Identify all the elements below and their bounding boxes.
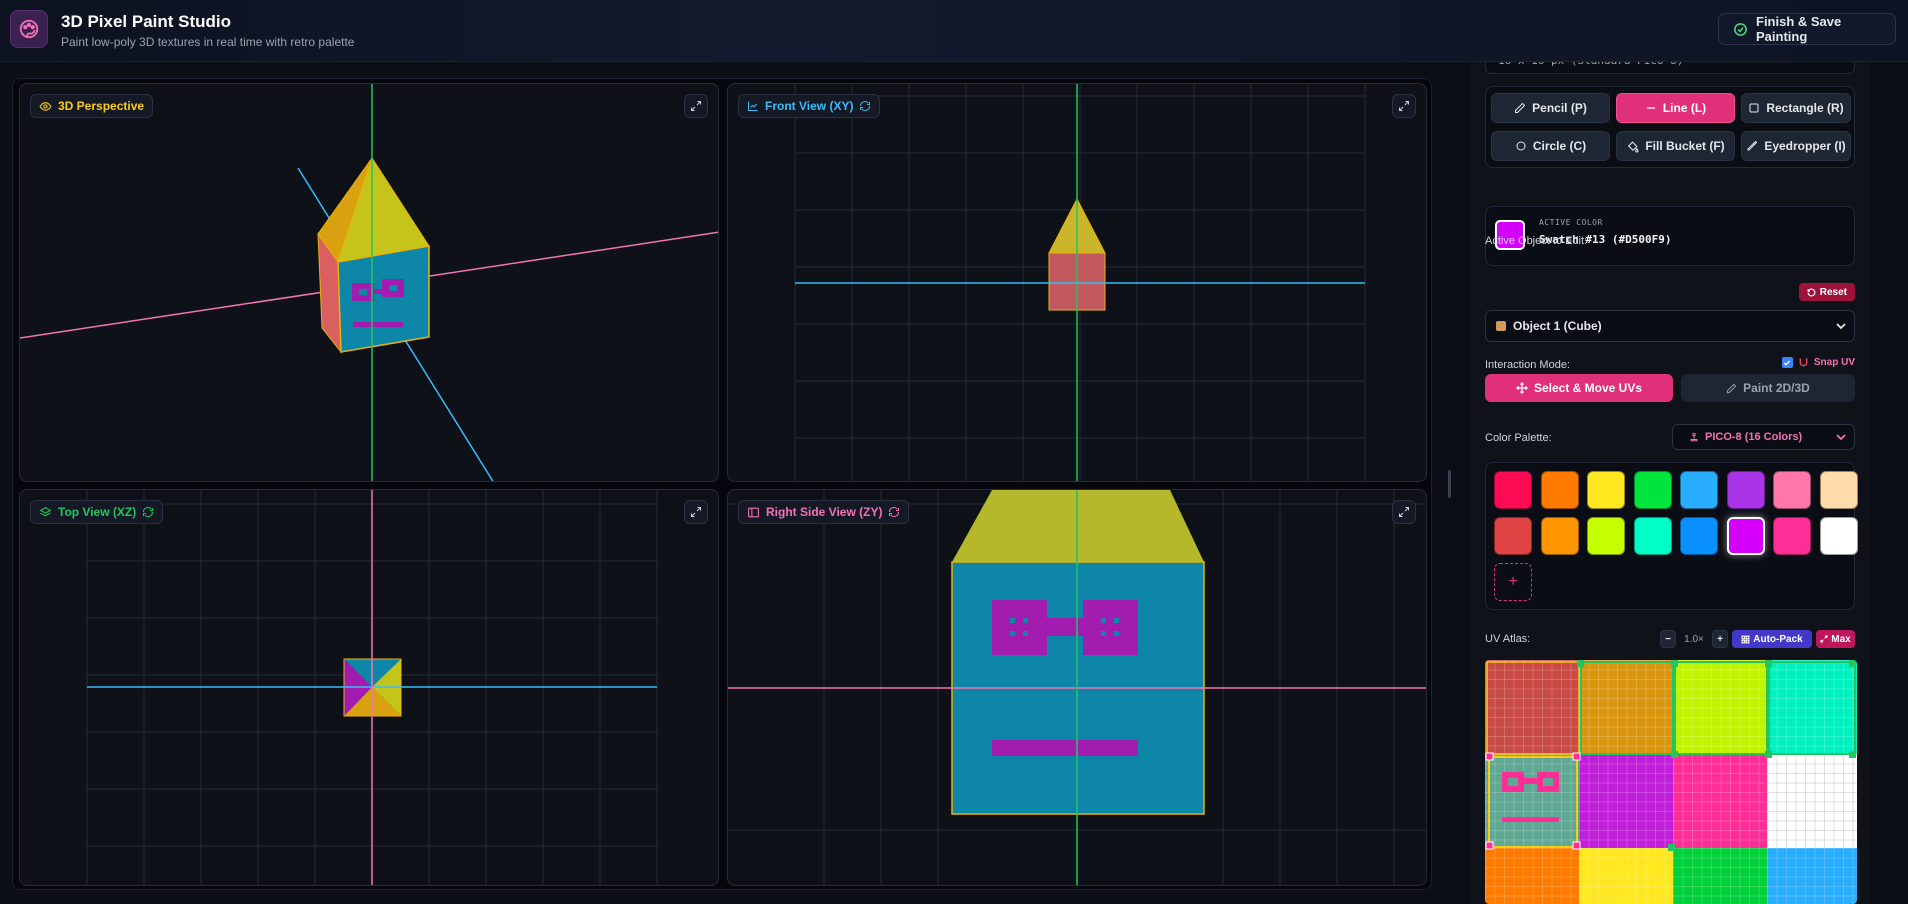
palette-swatch[interactable] <box>1773 471 1811 509</box>
chevron-down-icon <box>1836 323 1846 330</box>
circle-icon <box>1516 141 1526 151</box>
viewport-label-perspective: 3D Perspective <box>30 94 154 118</box>
maximize-icon[interactable] <box>684 94 708 118</box>
palette-swatch[interactable] <box>1726 517 1765 555</box>
palette-swatch[interactable] <box>1494 517 1532 555</box>
tool-grid: Pencil (P) Line (L) Rectangle (R) Circle… <box>1485 86 1855 168</box>
panel-scrollbar[interactable] <box>1903 62 1908 904</box>
sync-icon[interactable] <box>142 506 154 518</box>
zoom-level: 1.0× <box>1684 633 1704 645</box>
palette-swatch[interactable] <box>1773 517 1811 555</box>
palette-grid: + <box>1485 462 1858 610</box>
palette-swatch[interactable] <box>1587 471 1625 509</box>
viewport-right-side[interactable]: Right Side View (ZY) <box>727 489 1427 886</box>
viewport-front[interactable]: Front View (XY) <box>727 83 1427 482</box>
tool-eyedropper[interactable]: Eyedropper (I) <box>1741 131 1851 161</box>
palette-swatch[interactable] <box>1819 471 1858 509</box>
side-scene[interactable] <box>728 490 1427 886</box>
line-icon <box>1646 107 1655 109</box>
magnet-icon <box>1799 358 1808 367</box>
panel-icon <box>748 507 759 517</box>
front-scene[interactable] <box>728 84 1427 482</box>
snap-uv-toggle[interactable]: Snap UV <box>1781 357 1855 368</box>
palette-swatch[interactable] <box>1633 517 1672 555</box>
joystick-icon <box>1690 432 1698 442</box>
add-swatch-button[interactable]: + <box>1494 563 1532 601</box>
select-move-uvs-button[interactable]: Select & Move UVs <box>1485 374 1673 402</box>
move-icon <box>1516 382 1528 394</box>
perspective-scene[interactable] <box>20 84 719 482</box>
chart-axis-icon <box>748 101 758 111</box>
palette-swatch[interactable] <box>1819 517 1858 555</box>
viewport-grid: 3D Perspective Front View (XY) Top View … <box>12 78 1432 890</box>
square-icon <box>1749 103 1759 113</box>
bucket-icon <box>1628 140 1639 152</box>
tool-line[interactable]: Line (L) <box>1616 93 1735 123</box>
palette-swatch[interactable] <box>1726 471 1765 509</box>
zoom-out-button[interactable]: − <box>1660 630 1676 648</box>
max-button[interactable]: Max <box>1816 630 1855 648</box>
tool-circle[interactable]: Circle (C) <box>1491 131 1610 161</box>
top-bar: 3D Pixel Paint Studio Paint low-poly 3D … <box>0 0 1908 62</box>
uv-overlay <box>1485 660 1856 851</box>
palette-swatch[interactable] <box>1680 471 1718 509</box>
palette-swatch[interactable] <box>1540 517 1579 555</box>
viewport-top[interactable]: Top View (XZ) <box>19 489 719 886</box>
tool-panel: 16 x 16 px (Standard Pico-8) Pencil (P) … <box>1470 62 1870 904</box>
paint-mode-button[interactable]: Paint 2D/3D <box>1681 374 1855 402</box>
tool-fill-bucket[interactable]: Fill Bucket (F) <box>1616 131 1735 161</box>
maximize-icon[interactable] <box>1392 500 1416 524</box>
palette-select[interactable]: PICO-8 (16 Colors) <box>1672 424 1855 450</box>
top-scene[interactable] <box>20 490 719 886</box>
pencil-icon <box>1515 102 1526 113</box>
eye-icon <box>39 101 52 111</box>
palette-swatch[interactable] <box>1540 471 1579 509</box>
active-color-caption: ACTIVE COLOR <box>1539 218 1603 227</box>
check-circle-icon <box>1734 22 1747 36</box>
active-object-label: Active Object to Edit: <box>1485 235 1588 247</box>
maximize-icon <box>1820 635 1828 643</box>
reset-icon <box>1807 288 1816 296</box>
auto-pack-button[interactable]: Auto-Pack <box>1732 630 1812 648</box>
maximize-icon[interactable] <box>684 500 708 524</box>
uv-atlas-label: UV Atlas: <box>1485 633 1531 645</box>
viewport-perspective[interactable]: 3D Perspective <box>19 83 719 482</box>
sync-icon[interactable] <box>888 506 900 518</box>
reset-button[interactable]: Reset <box>1798 283 1855 301</box>
chevron-down-icon <box>1836 434 1846 441</box>
object-select[interactable]: Object 1 (Cube) <box>1485 310 1855 342</box>
zoom-in-button[interactable]: + <box>1712 630 1728 648</box>
tool-pencil[interactable]: Pencil (P) <box>1491 93 1610 123</box>
tool-rectangle[interactable]: Rectangle (R) <box>1741 93 1851 123</box>
snap-checkbox[interactable] <box>1781 357 1793 368</box>
viewport-label-top: Top View (XZ) <box>30 500 164 524</box>
color-palette-label: Color Palette: <box>1485 432 1552 444</box>
finish-save-label: Finish & Save Painting <box>1756 14 1842 44</box>
viewport-label-front: Front View (XY) <box>738 94 881 118</box>
grid-icon <box>1741 635 1750 643</box>
palette-logo-icon <box>10 10 48 48</box>
pencil-icon <box>1727 383 1737 393</box>
palette-swatch[interactable] <box>1587 517 1625 555</box>
finish-save-button[interactable]: Finish & Save Painting <box>1718 13 1896 45</box>
resolution-select[interactable]: 16 x 16 px (Standard Pico-8) <box>1485 62 1855 74</box>
layers-icon <box>39 506 52 516</box>
palette-swatch[interactable] <box>1680 517 1718 555</box>
uv-atlas-canvas[interactable] <box>1485 660 1857 904</box>
maximize-icon[interactable] <box>1392 94 1416 118</box>
cube-icon <box>1496 321 1506 331</box>
sync-icon[interactable] <box>859 100 871 112</box>
app-title: 3D Pixel Paint Studio <box>61 12 232 31</box>
palette-swatch[interactable] <box>1633 471 1672 509</box>
resize-handle[interactable] <box>1448 470 1451 498</box>
viewport-label-side: Right Side View (ZY) <box>738 500 910 524</box>
interaction-mode-label: Interaction Mode: <box>1485 359 1570 371</box>
eyedropper-icon <box>1747 140 1758 151</box>
app-subtitle: Paint low-poly 3D textures in real time … <box>61 35 355 49</box>
palette-swatch[interactable] <box>1494 471 1532 509</box>
